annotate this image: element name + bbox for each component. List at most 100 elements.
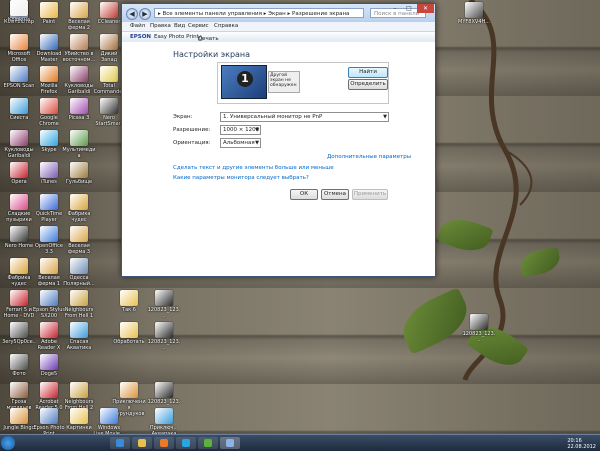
forward-button[interactable]: ▶ bbox=[139, 8, 151, 20]
back-button[interactable]: ◀ bbox=[126, 8, 138, 20]
desktop-icon[interactable]: Веселая ферма 3 bbox=[62, 226, 96, 255]
desktop-icon[interactable]: Сиеста bbox=[2, 98, 36, 121]
desktop-icon[interactable]: Гроза муравьев bbox=[2, 382, 36, 411]
desktop-icon[interactable]: Epson Stylus SX200 bbox=[32, 290, 66, 319]
desktop-icon[interactable]: Фото bbox=[2, 354, 36, 377]
screen-resolution-window: ◀ ▶ ▸ Все элементы панели управления ▸ Э… bbox=[121, 3, 436, 277]
taskbar-control-panel[interactable] bbox=[220, 437, 240, 449]
taskbar-ie[interactable] bbox=[110, 437, 130, 449]
desktop-icon[interactable]: Так 6 bbox=[112, 290, 146, 313]
desktop-icon[interactable]: Google Chrome bbox=[32, 98, 66, 127]
menu-file[interactable]: Файл bbox=[130, 23, 145, 29]
desktop-icon[interactable]: Сладкие пузырики bbox=[2, 194, 36, 223]
monitor-help-link[interactable]: Какие параметры монитора следует выбрать… bbox=[173, 175, 309, 181]
desktop-icon[interactable]: MYF8XV4H... bbox=[457, 2, 491, 25]
desktop-icon[interactable]: Doge5 bbox=[32, 354, 66, 377]
desktop-icon-label: EPSON Scan bbox=[3, 83, 35, 89]
desktop-icon[interactable]: Download Master bbox=[32, 34, 66, 63]
taskbar-utorrent[interactable] bbox=[198, 437, 218, 449]
desktop-icon[interactable]: Epson Photo Print bbox=[32, 408, 66, 437]
apply-button[interactable]: Применить bbox=[352, 189, 388, 200]
advanced-settings-link[interactable]: Дополнительные параметры bbox=[327, 154, 411, 160]
desktop-icon-label: Mozilla Firefox bbox=[40, 83, 58, 95]
desktop-icon[interactable]: Microsoft Office bbox=[2, 34, 36, 63]
app-icon bbox=[40, 322, 58, 338]
desktop-icon[interactable]: Mozilla Firefox bbox=[32, 66, 66, 95]
desktop-icon-label: 120823_123... bbox=[147, 307, 181, 319]
menu-edit[interactable]: Правка bbox=[150, 23, 171, 29]
menu-view[interactable]: Вид bbox=[174, 23, 185, 29]
menu-service[interactable]: Сервис bbox=[188, 23, 209, 29]
app-icon bbox=[40, 408, 58, 424]
desktop-icon[interactable]: iTunes bbox=[32, 162, 66, 185]
ok-button[interactable]: ОК bbox=[290, 189, 318, 200]
app-icon bbox=[10, 66, 28, 82]
desktop-icon[interactable]: Neighbours From Hell 1 bbox=[62, 290, 96, 319]
desktop-icon[interactable]: Jungle Bingo bbox=[2, 408, 36, 431]
desktop-icon[interactable]: Opera bbox=[2, 162, 36, 185]
desktop-icon[interactable]: Windows Live Movie... bbox=[92, 408, 126, 437]
maximize-button[interactable]: □ bbox=[402, 4, 416, 13]
desktop-icon[interactable]: Убийство в восточном... bbox=[62, 34, 96, 63]
text-size-link[interactable]: Сделать текст и другие элементы больше и… bbox=[173, 165, 334, 171]
desktop-icon[interactable]: Nero Home bbox=[2, 226, 36, 249]
desktop-icon[interactable]: Мультимедиа bbox=[62, 130, 96, 159]
desktop-icon[interactable]: 120823_123... bbox=[147, 382, 181, 411]
resolution-select[interactable]: 1000 × 1200 ▼ bbox=[220, 125, 261, 135]
desktop-icon-label: Picasa 3 bbox=[68, 115, 90, 121]
chevron-down-icon: ▼ bbox=[255, 127, 259, 133]
desktop-icon[interactable]: Skype bbox=[32, 130, 66, 153]
desktop-icon[interactable]: Фабрика чудес bbox=[62, 194, 96, 223]
desktop-icon-label: Сиеста bbox=[9, 115, 29, 121]
taskbar-media[interactable] bbox=[154, 437, 174, 449]
desktop-icon[interactable]: Кукловоды Garibaldi bbox=[2, 130, 36, 159]
desktop-icon-label: Download Master bbox=[36, 51, 62, 63]
desktop-icon[interactable]: Одесса Полярный... bbox=[62, 258, 96, 287]
app-icon bbox=[40, 34, 58, 50]
address-bar[interactable]: ▸ Все элементы панели управления ▸ Экран… bbox=[154, 8, 364, 18]
app-icon bbox=[10, 290, 28, 306]
desktop-icon[interactable]: QuickTime Player bbox=[32, 194, 66, 223]
orientation-select[interactable]: Альбомная ▼ bbox=[220, 138, 261, 148]
desktop-icon[interactable]: 120823_123... bbox=[462, 314, 496, 343]
desktop-icon[interactable]: Веселая ферма 1 bbox=[32, 258, 66, 287]
desktop-icon[interactable]: 120823_123... bbox=[147, 290, 181, 319]
desktop-icon[interactable]: Спасая Акватика bbox=[62, 322, 96, 351]
desktop-icon[interactable]: Фабрика чудес bbox=[2, 258, 36, 287]
taskbar-skype[interactable] bbox=[176, 437, 196, 449]
desktop-icon[interactable]: Paint bbox=[32, 2, 66, 25]
desktop-icon[interactable]: Обработать bbox=[112, 322, 146, 345]
desktop-icon[interactable]: 120823_123... bbox=[147, 322, 181, 351]
desktop-icon[interactable]: Гульбище bbox=[62, 162, 96, 185]
desktop-icon[interactable]: EPSON Scan bbox=[2, 66, 36, 89]
minimize-button[interactable]: – bbox=[388, 4, 402, 13]
desktop-icon[interactable]: 3ery5Qp0ce... bbox=[2, 322, 36, 351]
desktop-icon[interactable]: Picasa 3 bbox=[62, 98, 96, 121]
monitor-1-thumbnail[interactable]: 1 bbox=[221, 65, 267, 99]
clock[interactable]: 20:16 22.08.2012 bbox=[567, 438, 596, 450]
close-button[interactable]: ✕ bbox=[417, 4, 434, 13]
desktop-icon[interactable]: Ferrari 5 и Home - DVD bbox=[2, 290, 36, 319]
utorrent-icon bbox=[204, 439, 212, 447]
desktop-icon[interactable]: Кукловоды Garibaldi bbox=[62, 66, 96, 95]
desktop-icon[interactable]: Картинки bbox=[62, 408, 96, 431]
desktop-icon[interactable]: Adobe Reader X bbox=[32, 322, 66, 351]
desktop-icon[interactable]: Приключ... Аквапака bbox=[147, 408, 181, 437]
app-icon bbox=[10, 408, 28, 424]
desktop-icon[interactable]: Neighbours From Hell 2 bbox=[62, 382, 96, 411]
desktop-icon[interactable]: Веселая ферма 2 bbox=[62, 2, 96, 31]
desktop-icon[interactable]: ok bbox=[2, 0, 36, 23]
desktop-icon[interactable]: OpenOffice 3.3 bbox=[32, 226, 66, 255]
app-icon bbox=[40, 290, 58, 306]
identify-button[interactable]: Определить bbox=[348, 79, 388, 90]
desktop-icon[interactable]: Acrobat Reader 5.0 bbox=[32, 382, 66, 411]
easy-photo-print-button[interactable]: Easy Photo Print bbox=[154, 34, 199, 40]
find-button[interactable]: Найти bbox=[348, 67, 388, 78]
cancel-button[interactable]: Отмена bbox=[321, 189, 349, 200]
taskbar-explorer[interactable] bbox=[132, 437, 152, 449]
screen-select[interactable]: 1. Универсальный монитор не PnP ▼ bbox=[220, 112, 389, 122]
menu-help[interactable]: Справка bbox=[214, 23, 238, 29]
start-button[interactable] bbox=[1, 436, 15, 450]
desktop-icon-label: Neighbours From Hell 1 bbox=[64, 307, 94, 319]
app-icon bbox=[10, 258, 28, 274]
